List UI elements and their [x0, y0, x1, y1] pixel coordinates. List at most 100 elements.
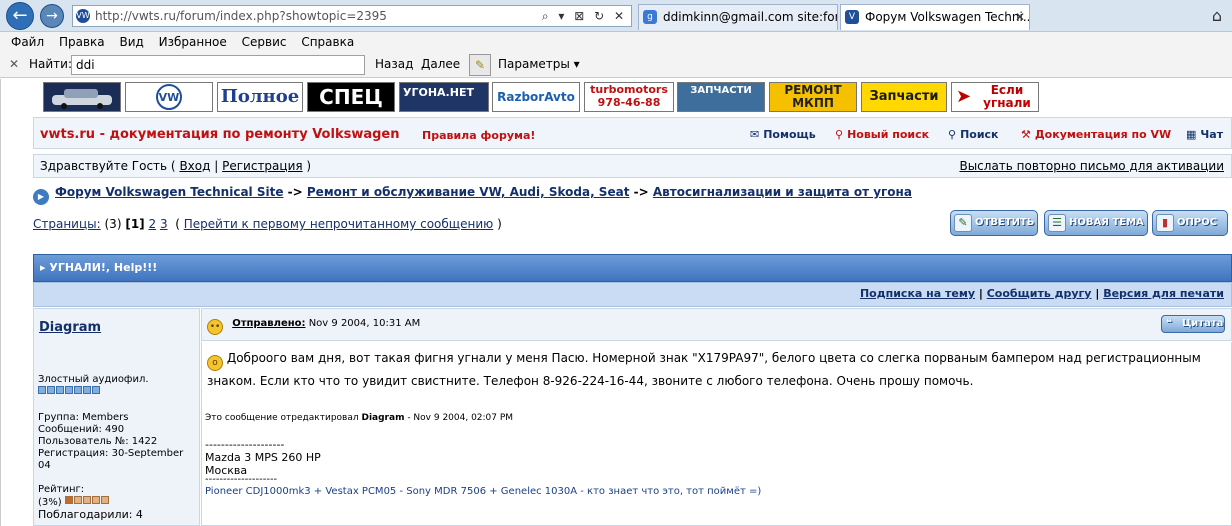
welcome-bar: Здравствуйте Гость ( Вход | Регистрация …	[33, 154, 1232, 178]
post-header: •• Отправлено: Nov 9 2004, 10:31 AM ❝ Цит…	[201, 308, 1232, 341]
tab-vw-forum[interactable]: V Форум Volkswagen Techni... ✕	[840, 4, 1030, 30]
home-icon[interactable]: ⌂	[1207, 6, 1227, 26]
menu-help[interactable]: Справка	[301, 32, 354, 52]
edited-suffix: - Nov 9 2004, 02:07 PM	[407, 413, 514, 423]
new-topic-icon: ☰	[1048, 214, 1066, 232]
author-name[interactable]: Diagram	[39, 320, 101, 335]
unread-open: (	[175, 217, 180, 231]
tab-google-search[interactable]: g ddimkinn@gmail.com site:for...	[638, 4, 838, 30]
topic-options-bar: Подписка на тему | Сообщить другу | Верс…	[33, 282, 1232, 307]
search-label: Поиск	[960, 128, 999, 141]
quote-button[interactable]: ❝ Цитата	[1161, 315, 1225, 333]
reply-button[interactable]: ✎ ОТВЕТИТЬ	[950, 210, 1038, 236]
banner-razborauto[interactable]: RazborAvto	[492, 82, 580, 112]
resend-activation-link[interactable]: Выслать повторно письмо для активации	[959, 155, 1224, 177]
menu-view[interactable]: Вид	[119, 32, 143, 52]
author-thanks: Поблагодарили: 4	[38, 508, 143, 521]
banner-remont-mkpp[interactable]: РЕМОНТ МКПП	[769, 82, 857, 112]
find-label: Найти:	[29, 57, 73, 71]
signature: -------------------- Mazda 3 MPS 260 HP …	[205, 438, 321, 477]
print-version-link[interactable]: Версия для печати	[1103, 287, 1224, 300]
first-unread-link[interactable]: Перейти к первому непрочитанному сообщен…	[184, 217, 493, 231]
vw-docs-link[interactable]: ⚒ Документация по VW	[1021, 128, 1171, 141]
rating-label: Рейтинг:	[38, 484, 85, 495]
login-link[interactable]: Вход	[179, 159, 210, 173]
banner-esli-ugnali-text: Если угнали	[983, 83, 1031, 110]
author-posts: Сообщений: 490	[38, 424, 125, 435]
post-message: Доброого вам дня, вот такая фигня угнали…	[207, 351, 1201, 388]
edited-by: Diagram	[361, 413, 405, 423]
tab-label: Форум Volkswagen Techni...	[865, 10, 1030, 24]
chat-icon: ▦	[1186, 128, 1197, 141]
banner-ugona-net[interactable]: УГОНА.НЕТ	[399, 82, 489, 112]
search-link[interactable]: ⚲ Поиск	[948, 128, 999, 141]
arrow-right-icon: →	[46, 8, 58, 24]
tell-friend-link[interactable]: Сообщить другу	[987, 287, 1092, 300]
banner-turbomotors[interactable]: turbomotors 978-46-88	[584, 82, 674, 112]
vw-favicon-icon: VW	[76, 9, 90, 23]
forward-button[interactable]: →	[40, 4, 64, 28]
quote-label: Цитата	[1182, 318, 1224, 329]
separator: |	[1095, 287, 1100, 300]
close-tab-icon[interactable]: ✕	[1015, 5, 1025, 29]
address-controls[interactable]: ⌕ ▾ ⊠ ↻ ✕	[542, 6, 627, 26]
chat-link[interactable]: ▦ Чат	[1186, 128, 1223, 141]
post-meta: •• Отправлено: Nov 9 2004, 10:31 AM	[207, 318, 420, 335]
breadcrumb-alarms[interactable]: Автосигнализации и защита от угона	[653, 185, 912, 199]
menu-file[interactable]: Файл	[11, 32, 44, 52]
breadcrumb-sep: ->	[287, 185, 303, 199]
find-options-button[interactable]: Параметры ▾	[498, 57, 580, 71]
pages-label[interactable]: Страницы:	[33, 217, 101, 231]
separator: |	[978, 287, 983, 300]
breadcrumb-arrow-icon: ▶	[33, 189, 49, 205]
banner-vw-logo[interactable]: VW	[125, 82, 213, 112]
breadcrumb: ▶ Форум Volkswagen Technical Site -> Ремо…	[33, 185, 912, 205]
forum-rules-link[interactable]: Правила форума!	[422, 129, 535, 142]
post-text: o Доброого вам дня, вот такая фигня угна…	[207, 348, 1222, 392]
help-link[interactable]: ✉ Помощь	[750, 128, 816, 141]
find-input[interactable]: ddi	[71, 55, 365, 75]
sig-divider: --------------------	[205, 438, 285, 451]
menu-tools[interactable]: Сервис	[242, 32, 287, 52]
back-button[interactable]: ←	[6, 2, 34, 30]
posted-label[interactable]: Отправлено:	[232, 318, 305, 329]
rating-value: (3%)	[38, 497, 62, 508]
menu-favorites[interactable]: Избранное	[159, 32, 227, 52]
banner-spec[interactable]: СПЕЦ	[307, 82, 395, 112]
page-3-link[interactable]: 3	[160, 217, 168, 231]
page-content: VW Полное СПЕЦ УГОНА.НЕТ RazborAvto turb…	[0, 79, 1232, 526]
close-find-icon[interactable]: ✕	[9, 57, 19, 71]
banner-zapchasti[interactable]: Запчасти	[861, 82, 947, 112]
breadcrumb-repair[interactable]: Ремонт и обслуживание VW, Audi, Skoda, S…	[307, 185, 630, 199]
pagination: Страницы: (3) [1] 2 3 ( Перейти к первом…	[33, 217, 502, 231]
sig-divider: --------------------	[205, 474, 278, 485]
breadcrumb-forum[interactable]: Форум Volkswagen Technical Site	[55, 185, 283, 199]
svg-text:VW: VW	[159, 91, 180, 104]
new-search-label: Новый поиск	[847, 128, 930, 141]
vw-logo-icon: VW	[156, 84, 182, 110]
subscribe-link[interactable]: Подписка на тему	[860, 287, 975, 300]
new-search-link[interactable]: ⚲ Новый поиск	[835, 128, 929, 141]
address-bar[interactable]: VW http://vwts.ru/forum/index.php?showto…	[72, 5, 632, 27]
find-prev-button[interactable]: Назад	[375, 57, 413, 71]
chat-label: Чат	[1200, 128, 1224, 141]
greeting-close: )	[306, 159, 312, 173]
banner-zapchasti-audi[interactable]: ЗАПЧАСТИ	[677, 82, 765, 112]
topic-title-bar: ▸ УГНАЛИ!, Help!!!	[33, 254, 1232, 282]
greeting-text: Здравствуйте Гость (	[40, 159, 176, 173]
page-2-link[interactable]: 2	[148, 217, 156, 231]
banner-esli-ugnali[interactable]: ➤ Если угнали	[951, 82, 1039, 112]
find-next-button[interactable]: Далее	[421, 57, 460, 71]
banner-polnoe[interactable]: Полное	[217, 82, 303, 112]
edit-note: Это сообщение отредактировал Diagram - N…	[205, 413, 513, 423]
rank-pips	[38, 386, 101, 398]
register-link[interactable]: Регистрация	[222, 159, 302, 173]
site-title[interactable]: vwts.ru - документация по ремонту Volksw…	[40, 127, 399, 142]
poll-button[interactable]: ▮ ОПРОС	[1152, 210, 1228, 236]
new-topic-button[interactable]: ☰ НОВАЯ ТЕМА	[1044, 210, 1148, 236]
find-bar: ✕ Найти: ddi Назад Далее ✎ Параметры ▾	[0, 52, 1232, 78]
menu-edit[interactable]: Правка	[59, 32, 105, 52]
car-image-icon	[52, 89, 112, 109]
banner-car[interactable]	[43, 82, 121, 112]
highlight-pen-icon[interactable]: ✎	[469, 54, 491, 76]
